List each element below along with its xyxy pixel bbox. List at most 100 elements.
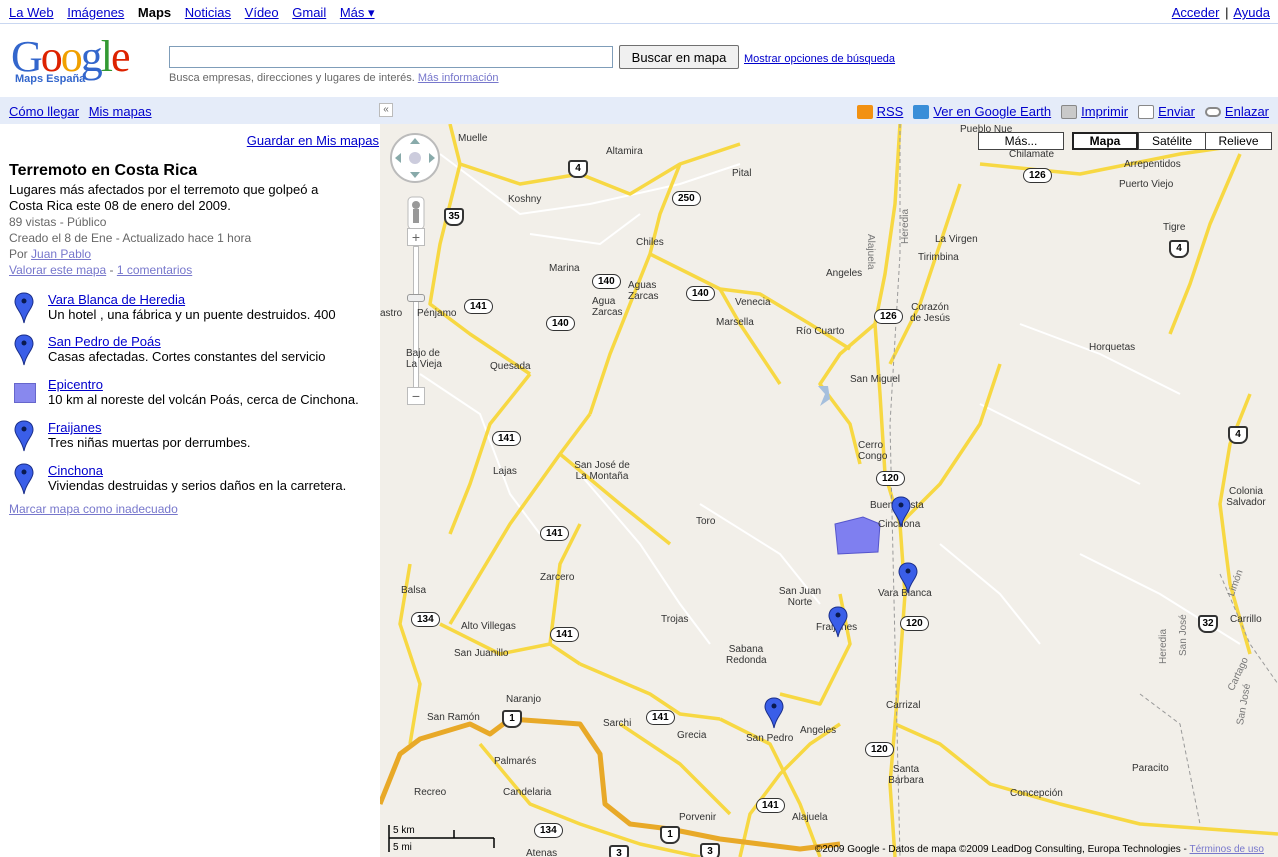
map-label: Angeles bbox=[826, 268, 863, 279]
blue-pin-icon bbox=[14, 420, 34, 452]
map-label: Carrizal bbox=[886, 700, 921, 711]
map-label: San Ramón bbox=[427, 712, 480, 723]
rate-map-link[interactable]: Valorar este mapa bbox=[9, 263, 106, 277]
zoom-slider-handle[interactable] bbox=[407, 294, 425, 302]
map-type-satellite-button[interactable]: Satélite bbox=[1138, 132, 1206, 150]
rss-link[interactable]: RSS bbox=[877, 104, 904, 119]
map-label: Pueblo Nue bbox=[960, 124, 1013, 135]
save-to-my-maps-link[interactable]: Guardar en Mis mapas bbox=[247, 133, 379, 148]
map-title: Terremoto en Costa Rica bbox=[9, 162, 198, 179]
road-shield: 120 bbox=[876, 471, 905, 486]
earth-item[interactable]: Ver en Google Earth bbox=[913, 104, 1051, 119]
road-shield: 126 bbox=[1023, 168, 1052, 183]
sidebar-panel: Guardar en Mis mapas Terremoto en Costa … bbox=[0, 124, 380, 857]
map-label: San José de La Montaña bbox=[574, 460, 630, 482]
place-item[interactable]: Epicentro 10 km al noreste del volcán Po… bbox=[14, 377, 374, 413]
search-hint: Busca empresas, direcciones y lugares de… bbox=[169, 72, 499, 84]
map-label: Arrepentidos bbox=[1124, 159, 1181, 170]
search-map-button[interactable]: Buscar en mapa bbox=[619, 45, 739, 69]
map-type-map-button[interactable]: Mapa bbox=[1072, 132, 1138, 150]
map-type-terrain-button[interactable]: Relieve bbox=[1205, 132, 1272, 150]
map-label: Altamira bbox=[606, 146, 643, 157]
map-label: Candelaria bbox=[503, 787, 552, 798]
rating-separator: - bbox=[109, 263, 114, 277]
map-label: Balsa bbox=[401, 585, 427, 596]
print-link[interactable]: Imprimir bbox=[1081, 104, 1128, 119]
road-shield: 140 bbox=[686, 286, 715, 301]
zoom-out-button[interactable]: − bbox=[407, 387, 425, 405]
map-label: Chilamate bbox=[1009, 149, 1055, 160]
place-name[interactable]: Fraijanes bbox=[48, 420, 101, 435]
sign-in-link[interactable]: Acceder bbox=[1172, 5, 1220, 20]
road-shield: 126 bbox=[874, 309, 903, 324]
place-item[interactable]: Fraijanes Tres niñas muertas por derrumb… bbox=[14, 420, 374, 456]
place-item[interactable]: Vara Blanca de Heredia Un hotel , una fá… bbox=[14, 292, 374, 328]
my-maps-link[interactable]: Mis mapas bbox=[89, 104, 152, 119]
place-name[interactable]: San Pedro de Poás bbox=[48, 334, 161, 349]
rss-icon bbox=[856, 104, 873, 119]
nav-web[interactable]: La Web bbox=[9, 5, 54, 20]
author-link[interactable]: Juan Pablo bbox=[31, 247, 91, 261]
place-name[interactable]: Epicentro bbox=[48, 377, 103, 392]
send-link[interactable]: Enviar bbox=[1158, 104, 1195, 119]
marker-cinchona[interactable] bbox=[891, 496, 911, 528]
map-label: Atenas bbox=[526, 848, 558, 857]
map-canvas[interactable]: Más... Mapa Satélite Relieve + − Muelle … bbox=[380, 124, 1278, 857]
road-shield: 35 bbox=[444, 208, 464, 226]
link-link[interactable]: Enlazar bbox=[1225, 104, 1269, 119]
flag-map-link[interactable]: Marcar mapa como inadecuado bbox=[9, 502, 178, 516]
place-item[interactable]: Cinchona Viviendas destruidas y serios d… bbox=[14, 463, 374, 499]
map-views: 89 vistas - Público bbox=[9, 215, 107, 229]
marker-san-pedro[interactable] bbox=[764, 697, 784, 729]
place-name[interactable]: Cinchona bbox=[48, 463, 103, 478]
map-label: Koshny bbox=[508, 194, 542, 205]
printer-icon bbox=[1061, 104, 1078, 119]
place-description: Casas afectadas. Cortes constantes del s… bbox=[48, 349, 326, 364]
zoom-control[interactable]: + − bbox=[407, 196, 425, 410]
author-prefix: Por bbox=[9, 247, 28, 261]
road-name-label: Heredia bbox=[900, 208, 911, 244]
nav-video[interactable]: Vídeo bbox=[245, 5, 279, 20]
road-shield: 134 bbox=[411, 612, 440, 627]
map-label: Concepción bbox=[1010, 788, 1063, 799]
blue-pin-icon bbox=[14, 292, 34, 324]
nav-images[interactable]: Imágenes bbox=[67, 5, 124, 20]
road-shield: 141 bbox=[464, 299, 493, 314]
road-shield: 140 bbox=[592, 274, 621, 289]
comments-link[interactable]: 1 comentarios bbox=[117, 263, 192, 277]
zoom-in-button[interactable]: + bbox=[407, 228, 425, 246]
rss-item[interactable]: RSS bbox=[856, 104, 904, 119]
directions-link[interactable]: Cómo llegar bbox=[9, 104, 79, 119]
copyright-text: ©2009 Google - Datos de mapa ©2009 LeadD… bbox=[814, 844, 1187, 855]
terms-of-use-link[interactable]: Términos de uso bbox=[1190, 844, 1264, 855]
place-name[interactable]: Vara Blanca de Heredia bbox=[48, 292, 185, 307]
google-maps-logo[interactable]: Google Maps España bbox=[11, 35, 161, 90]
map-label: Chiles bbox=[636, 237, 664, 248]
map-label: Paracito bbox=[1132, 763, 1169, 774]
link-item[interactable]: Enlazar bbox=[1204, 104, 1269, 119]
help-link[interactable]: Ayuda bbox=[1233, 5, 1270, 20]
top-navigation: La Web Imágenes Maps Noticias Vídeo Gmai… bbox=[0, 0, 1278, 24]
more-info-link[interactable]: Más información bbox=[418, 72, 499, 84]
place-item[interactable]: San Pedro de Poás Casas afectadas. Corte… bbox=[14, 334, 374, 370]
print-item[interactable]: Imprimir bbox=[1061, 104, 1128, 119]
earth-link[interactable]: Ver en Google Earth bbox=[933, 104, 1051, 119]
map-label: Puerto Viejo bbox=[1119, 179, 1174, 190]
map-label: Corazón de Jesús bbox=[909, 302, 951, 324]
pegman-icon[interactable] bbox=[407, 196, 425, 230]
pan-control[interactable] bbox=[389, 132, 441, 184]
epicenter-polygon[interactable] bbox=[834, 516, 881, 555]
marker-vara-blanca[interactable] bbox=[898, 562, 918, 594]
nav-news[interactable]: Noticias bbox=[185, 5, 231, 20]
collapse-panel-button[interactable]: « bbox=[379, 103, 393, 117]
search-options-link[interactable]: Mostrar opciones de búsqueda bbox=[744, 53, 895, 65]
polygon-icon bbox=[14, 383, 36, 403]
map-label: Naranjo bbox=[506, 694, 542, 705]
marker-fraijanes[interactable] bbox=[828, 606, 848, 638]
envelope-icon bbox=[1138, 104, 1155, 119]
search-input[interactable] bbox=[169, 46, 613, 68]
send-item[interactable]: Enviar bbox=[1138, 104, 1195, 119]
road-name-label: San José bbox=[1178, 614, 1189, 656]
nav-more[interactable]: Más ▾ bbox=[340, 5, 375, 20]
nav-gmail[interactable]: Gmail bbox=[292, 5, 326, 20]
